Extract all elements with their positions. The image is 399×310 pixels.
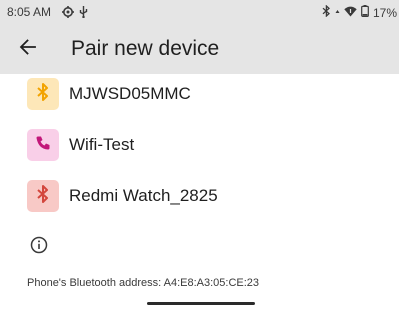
bluetooth-address-text: Phone's Bluetooth address: A4:E8:A3:05:C… xyxy=(27,277,260,289)
back-button[interactable] xyxy=(14,35,42,63)
device-item-wifi-test[interactable]: Wifi-Test xyxy=(0,122,399,168)
info-icon xyxy=(30,236,48,254)
page-title: Pair new device xyxy=(71,37,220,60)
device-icon-container xyxy=(27,78,59,110)
usb-debug-icon xyxy=(79,5,88,23)
pair-new-device-screen: 8:05 AM 17% Pair new device MJWSD05MMC W… xyxy=(0,0,399,310)
status-right-icons: 17% xyxy=(322,4,397,20)
battery-icon xyxy=(361,5,369,20)
device-name: Redmi Watch_2825 xyxy=(69,186,218,205)
status-left-icons xyxy=(62,5,88,23)
data-arrow-icon xyxy=(335,6,340,20)
gesture-nav-handle[interactable] xyxy=(147,302,255,305)
status-time: 8:05 AM xyxy=(7,5,52,19)
arrow-back-icon xyxy=(19,38,37,61)
bluetooth-icon xyxy=(36,82,50,106)
bluetooth-icon xyxy=(36,184,50,208)
device-item-mjwsd05mmc[interactable]: MJWSD05MMC xyxy=(0,71,399,117)
device-icon-container xyxy=(27,180,59,212)
device-icon-container xyxy=(27,129,59,161)
bluetooth-status-icon xyxy=(322,4,331,20)
device-name: MJWSD05MMC xyxy=(69,84,191,103)
wifi-icon xyxy=(344,6,357,20)
app-bar: Pair new device xyxy=(0,24,399,74)
device-item-redmi-watch[interactable]: Redmi Watch_2825 xyxy=(0,173,399,219)
device-name: Wifi-Test xyxy=(69,135,135,154)
battery-percent: 17% xyxy=(372,5,397,20)
phone-icon xyxy=(35,135,51,156)
status-bar: 8:05 AM 17% xyxy=(0,0,399,24)
settings-gear-icon xyxy=(62,5,74,23)
